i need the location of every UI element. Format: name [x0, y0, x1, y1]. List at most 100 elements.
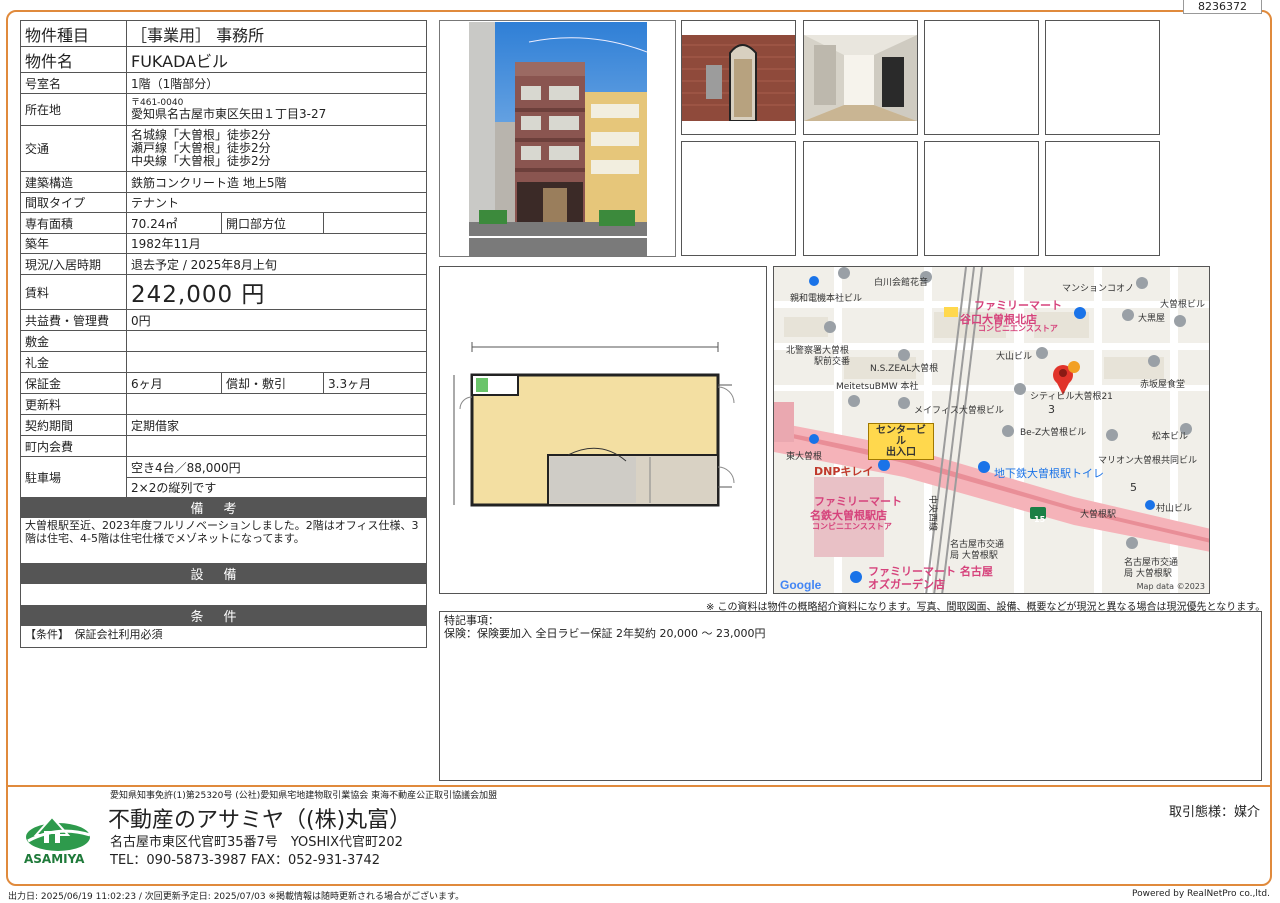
map-label: 白川会館花音	[874, 278, 929, 288]
community-label: 町内会費	[20, 435, 127, 457]
map-label: 局 大曽根駅	[950, 551, 998, 561]
photo-slot-9	[1045, 141, 1160, 256]
map-label: Be-Z大曽根ビル	[1020, 428, 1087, 438]
photo-slot-5	[1045, 20, 1160, 135]
special-remarks-text: 保険：保険要加入 全日ラビー保証 2年契約 20,000 ～ 23,000円	[444, 627, 766, 640]
structure-label: 建築構造	[20, 171, 127, 193]
conditions-text: 【条件】 保証会社利用必須	[19, 625, 428, 648]
room-value: 1階（1階部分）	[125, 72, 428, 94]
renewal-label: 更新料	[20, 393, 127, 415]
map-label: 赤坂屋食堂	[1140, 380, 1186, 390]
conditions-heading: 条件	[19, 605, 428, 626]
status-label: 現況/入居時期	[20, 253, 127, 275]
map-label: 村山ビル	[1156, 504, 1193, 514]
map-label: コンビニエンスストア	[812, 522, 892, 531]
map-label: 大曽根駅	[1080, 510, 1117, 520]
map-label: 松本ビル	[1152, 432, 1189, 442]
map-label: 出入口	[886, 447, 916, 458]
opening-label: 開口部方位	[221, 212, 324, 234]
contract-label: 契約期間	[20, 414, 127, 436]
parking-value-1: 空き4台／88,000円	[125, 456, 428, 478]
room-label: 号室名	[20, 72, 127, 94]
status-value: 退去予定 / 2025年8月上旬	[125, 253, 428, 275]
map-label: 局 大曽根駅	[1124, 569, 1172, 579]
company-phone: TEL：090-5873-3987 FAX：052-931-3742	[110, 853, 381, 868]
fee-label: 共益費・管理費	[20, 309, 127, 331]
map-label: 大山ビル	[996, 352, 1033, 362]
fee-value: 0円	[125, 309, 428, 331]
license-text: 愛知県知事免許(1)第25320号 (公社)愛知県宅地建物取引業協会 東海不動産…	[110, 791, 498, 801]
address-cell: 〒461-0040 愛知県名古屋市東区矢田１丁目3-27	[125, 93, 428, 126]
type-label: 物件種目	[20, 20, 127, 47]
area-value: 70.24㎡	[126, 212, 222, 234]
guarantee-label: 保証金	[20, 372, 127, 394]
output-date: 出力日: 2025/06/19 11:02:23 / 次回更新予定日: 2025…	[8, 892, 465, 902]
company-address: 名古屋市東区代官町35番7号 YOSHIX代官町202	[110, 835, 403, 850]
photo-slot-7	[803, 141, 918, 256]
map-label: メイフィス大曽根ビル	[914, 406, 1004, 416]
map-label: センタービル	[876, 425, 926, 447]
building-exterior-photo[interactable]	[439, 20, 676, 257]
community-value	[125, 435, 428, 457]
parking-label: 駐車場	[20, 456, 127, 498]
deposit-value	[125, 330, 428, 352]
map-label: 中央西線	[927, 495, 937, 532]
rent-label: 賃料	[20, 274, 127, 310]
remarks-text: 大曽根駅至近、2023年度フルリノベーションしました。2階はオフィス仕様、3階は…	[19, 517, 428, 564]
footer-divider	[8, 785, 1270, 787]
photo-slot-6	[681, 141, 796, 256]
google-logo: Google	[780, 578, 822, 592]
renewal-value	[125, 393, 428, 415]
map-label: 大曽根ビル	[1160, 300, 1206, 310]
area-label: 専有面積	[20, 212, 127, 234]
logo-text: ASAMIYA	[24, 852, 85, 866]
map-label: N.S.ZEAL大曽根	[870, 364, 939, 374]
transit-line: 中央線「大曽根」徒歩2分	[131, 154, 271, 168]
map-label: MeitetsuBMW 本社	[836, 382, 919, 392]
special-remarks-label: 特記事項：	[444, 614, 499, 627]
layout-label: 間取タイプ	[20, 192, 127, 213]
map-copyright: Map data ©2023	[1136, 582, 1205, 591]
map-label: 駅前交番	[814, 357, 851, 367]
address-value: 愛知県名古屋市東区矢田１丁目3-27	[131, 107, 327, 121]
type-value: ［事業用］ 事務所	[125, 20, 428, 47]
opening-value	[322, 212, 428, 234]
guarantee-value: 6ヶ月	[126, 372, 222, 394]
location-map[interactable]: 白川会館花音 マンションコオノ 親和電機本社ビル ファミリーマート 谷口大曽根北…	[773, 266, 1210, 594]
address-label: 所在地	[20, 93, 127, 126]
document-id: 8236372	[1183, 0, 1262, 14]
map-label: 3	[1048, 403, 1055, 416]
map-label: シティビル大曽根21	[1030, 392, 1113, 402]
interior-photo[interactable]	[803, 20, 918, 135]
rent-value: 242,000 円	[125, 274, 428, 310]
photo-slot-4	[924, 20, 1039, 135]
built-value: 1982年11月	[125, 233, 428, 254]
transaction-type: 取引態様：媒介	[1168, 805, 1260, 820]
company-name: 不動産のアサミヤ（(株)丸富）	[108, 808, 412, 833]
map-label: 親和電機本社ビル	[790, 294, 863, 304]
map-center-building-badge: センタービル 出入口	[868, 423, 934, 460]
floor-plan[interactable]	[439, 266, 767, 594]
photo-slot-8	[924, 141, 1039, 256]
map-label: マリオン大曽根共同ビル	[1098, 456, 1198, 466]
map-label: 地下鉄大曽根駅トイレ	[994, 467, 1104, 480]
powered-by: Powered by RealNetPro co.,ltd.	[1132, 889, 1270, 899]
name-label: 物件名	[20, 46, 127, 73]
layout-value: テナント	[125, 192, 428, 213]
amort-value: 3.3ヶ月	[322, 372, 428, 394]
map-label: 15	[1034, 515, 1046, 524]
equipment-heading: 設備	[19, 563, 428, 584]
map-label: オズガーデン店	[868, 578, 945, 591]
map-label: DNPキレイ	[814, 465, 874, 478]
name-value: FUKADAビル	[125, 46, 428, 73]
parking-value-2: 2×2の縦列です	[125, 477, 428, 498]
structure-value: 鉄筋コンクリート造 地上5階	[125, 171, 428, 193]
transit-cell: 名城線「大曽根」徒歩2分 瀬戸線「大曽根」徒歩2分 中央線「大曽根」徒歩2分	[125, 125, 428, 172]
amort-label: 償却・敷引	[221, 372, 324, 394]
map-label: 5	[1130, 481, 1137, 494]
map-label: 大黒屋	[1138, 314, 1166, 324]
entrance-photo[interactable]	[681, 20, 796, 135]
transit-label: 交通	[20, 125, 127, 172]
special-remarks-box: 特記事項： 保険：保険要加入 全日ラビー保証 2年契約 20,000 ～ 23,…	[439, 611, 1262, 781]
property-spec-table: 物件種目 ［事業用］ 事務所 物件名 FUKADAビル 号室名 1階（1階部分）…	[19, 20, 428, 648]
